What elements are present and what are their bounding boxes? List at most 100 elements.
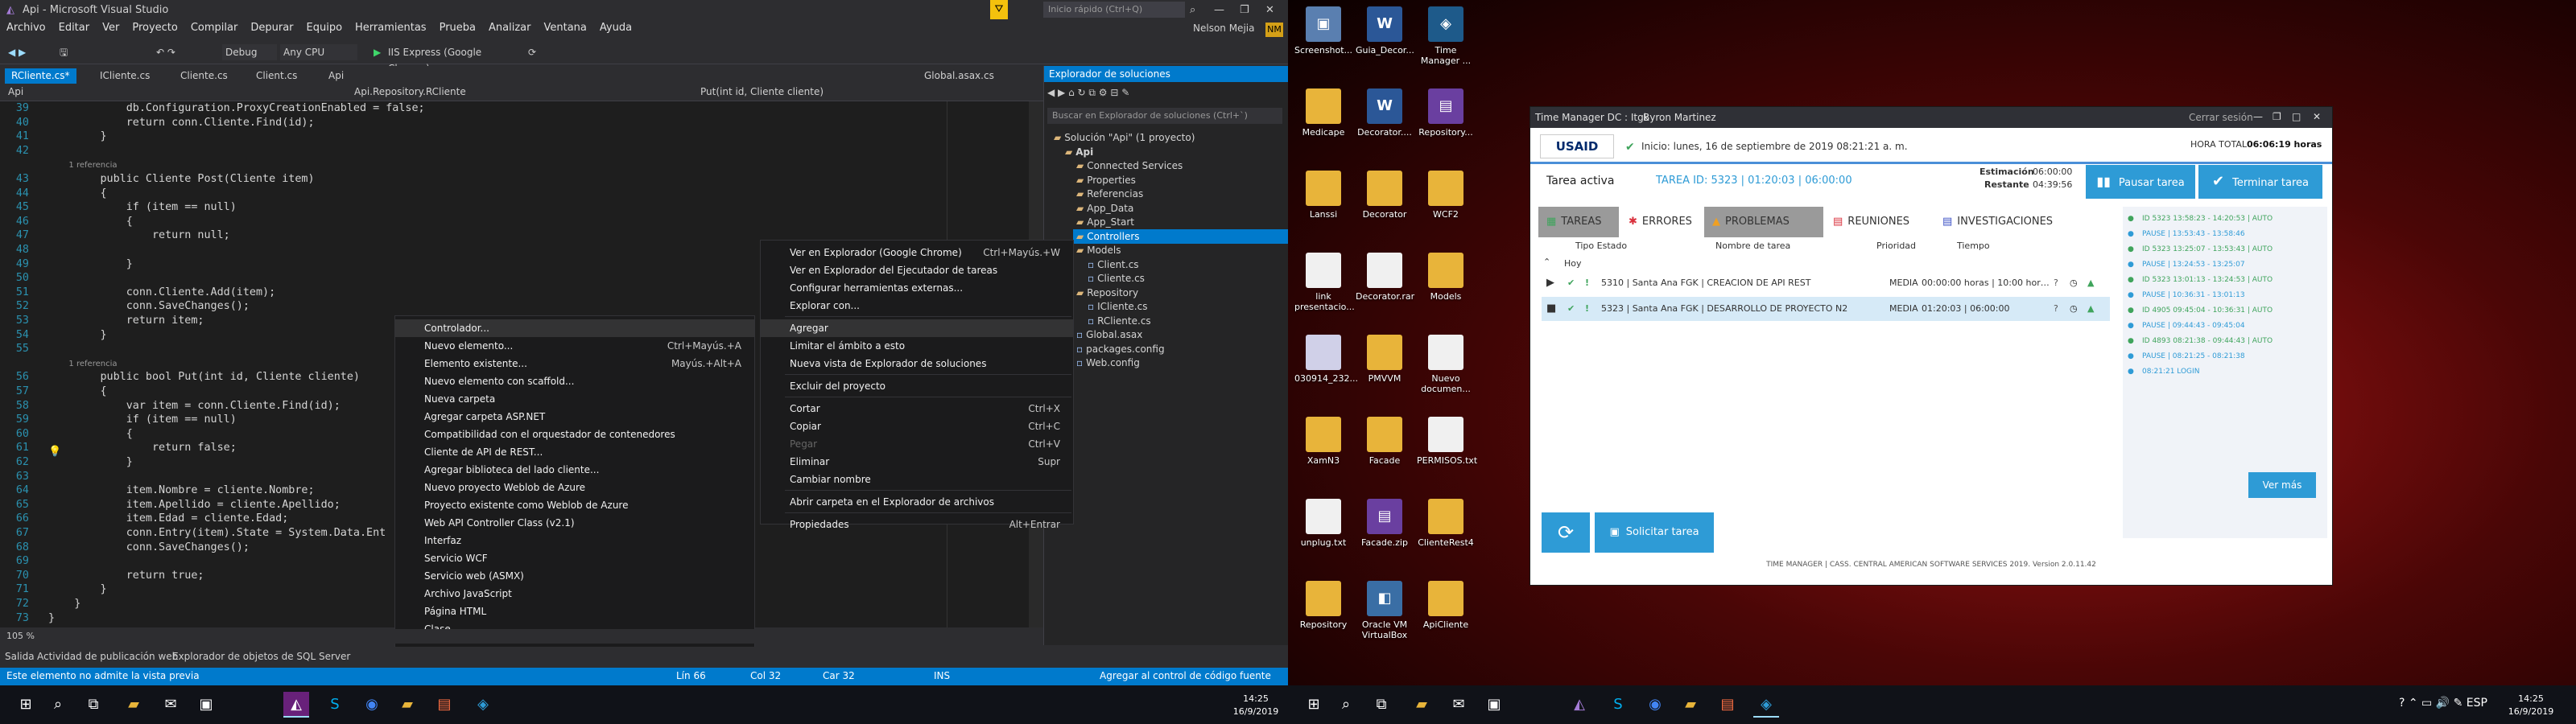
doc-tab[interactable]: ICliente.cs	[93, 68, 156, 84]
store-icon[interactable]: ▣	[1481, 692, 1507, 718]
add-submenu-item[interactable]: Controlador...	[395, 319, 754, 337]
desktop-icon[interactable]: Nuevo documen...	[1417, 335, 1475, 394]
folder-icon[interactable]: ▰	[394, 692, 420, 718]
add-submenu-item[interactable]: Proyecto existente como Weblob de Azure	[395, 496, 754, 514]
desktop-icon[interactable]: ApiCliente	[1417, 581, 1475, 630]
help-icon[interactable]: ?	[2054, 297, 2058, 321]
desktop-icon[interactable]: ClienteRest4	[1417, 499, 1475, 548]
context-menu-item[interactable]: Cambiar nombre	[761, 471, 1073, 488]
context-menu-item[interactable]: Ver en Explorador del Ejecutador de tare…	[761, 261, 1073, 279]
save-icon[interactable]: 🖫	[56, 44, 71, 60]
folder-icon[interactable]: ▰	[1678, 692, 1703, 718]
search-icon[interactable]: ⌕	[45, 692, 71, 718]
user-name[interactable]: Nelson Mejia	[1193, 23, 1254, 34]
tm-tab-reuniones[interactable]: ▤ REUNIONES	[1825, 207, 1933, 237]
maximize-icon[interactable]: ❐	[1240, 4, 1249, 16]
play-icon[interactable]: ■	[1546, 297, 1556, 321]
windows-start-icon[interactable]: ⊞	[1301, 692, 1327, 718]
context-menu-item[interactable]: Nueva vista de Explorador de soluciones	[761, 355, 1073, 372]
explorer-item[interactable]: ▫ Global.asax	[1073, 327, 1288, 342]
desktop-icon[interactable]: W Decorator....	[1356, 88, 1414, 138]
doc-tab[interactable]: RCliente.cs*	[5, 68, 76, 84]
explorer-item[interactable]: ▫ Cliente.cs	[1084, 271, 1288, 286]
desktop-icon[interactable]: PMVVM	[1356, 335, 1414, 384]
request-task-button[interactable]: ▣ Solicitar tarea	[1595, 512, 1714, 553]
clock-date[interactable]: 16/9/2019	[1232, 706, 1280, 717]
bottom-tab[interactable]: Salida	[5, 651, 35, 662]
desktop-icon[interactable]: ◧ Oracle VM VirtualBox	[1356, 581, 1414, 640]
context-menu-item[interactable]: Propiedades Alt+Entrar	[761, 516, 1073, 533]
desktop-icon[interactable]: ▣ Screenshot...	[1294, 6, 1352, 56]
task-row[interactable]: ■ ✔! 5323 | Santa Ana FGK | DESARROLLO DE …	[1542, 297, 2110, 321]
minimize-icon[interactable]: —	[1214, 4, 1224, 16]
expand-icon[interactable]: ⌃	[1543, 257, 1550, 267]
menu-item-3[interactable]: Proyecto	[126, 19, 184, 36]
refresh-button[interactable]: ⟳	[1542, 512, 1590, 553]
config-select[interactable]: Debug	[222, 44, 277, 60]
clock-date[interactable]: 16/9/2019	[2507, 706, 2555, 717]
context-menu-item[interactable]: Excluir del proyecto	[761, 377, 1073, 395]
chrome-icon[interactable]: ◉	[359, 692, 385, 718]
desktop-icon[interactable]: Decorator	[1356, 171, 1414, 220]
menu-item-4[interactable]: Compilar	[184, 19, 244, 36]
context-menu-item[interactable]: Ver en Explorador (Google Chrome) Ctrl+Ma…	[761, 244, 1073, 261]
explorer-item[interactable]: ▫ ICliente.cs	[1084, 299, 1288, 314]
add-submenu-item[interactable]: Compatibilidad con el orquestador de con…	[395, 426, 754, 443]
clock-time[interactable]: 14:25	[1232, 693, 1280, 704]
undo-icon[interactable]: ↶ ↷	[153, 44, 179, 60]
desktop-icon[interactable]: Repository	[1294, 581, 1352, 630]
source-control-button[interactable]: Agregar al control de código fuente	[1100, 670, 1271, 681]
see-more-button[interactable]: Ver más	[2248, 472, 2316, 498]
desktop-icon[interactable]: link presentacio...	[1294, 253, 1355, 312]
tm-tab-problemas[interactable]: ▲ PROBLEMAS	[1704, 207, 1823, 237]
desktop-icon[interactable]: W Guia_Decor...	[1356, 6, 1414, 56]
desktop-icon[interactable]: ▤ Facade.zip	[1356, 499, 1414, 548]
warning-icon[interactable]: ▲	[2087, 271, 2094, 295]
explorer-item[interactable]: ▫ RCliente.cs	[1084, 314, 1288, 328]
quick-launch-input[interactable]: Inicio rápido (Ctrl+Q)	[1043, 2, 1185, 18]
desktop-icon[interactable]: PERMISOS.txt	[1417, 417, 1477, 466]
time-manager-taskbar-icon[interactable]: ◈	[470, 692, 496, 718]
nav-member[interactable]: Put(int id, Cliente cliente)	[700, 86, 1038, 97]
lightbulb-icon[interactable]: 💡	[48, 446, 61, 458]
menu-item-6[interactable]: Equipo	[300, 19, 349, 36]
play-icon[interactable]: ▶	[1546, 271, 1554, 295]
desktop-icon[interactable]: Models	[1417, 253, 1475, 302]
menu-item-2[interactable]: Ver	[96, 19, 126, 36]
back-icon[interactable]: ◀ ▶	[5, 44, 29, 60]
context-menu-item[interactable]: Copiar Ctrl+C	[761, 418, 1073, 435]
menu-item-10[interactable]: Ventana	[537, 19, 592, 36]
search-icon[interactable]: ⌕	[1333, 692, 1359, 718]
file-explorer-icon[interactable]: ▰	[121, 692, 147, 718]
explorer-item[interactable]: ▰ Controllers	[1073, 228, 1288, 244]
tm-tab-investigaciones[interactable]: ▤ INVESTIGACIONES	[1934, 207, 2053, 237]
doc-tab[interactable]: Cliente.cs	[174, 68, 234, 84]
filter-icon[interactable]: ⛛	[990, 0, 1008, 19]
desktop-icon[interactable]: Decorator.rar	[1356, 253, 1414, 302]
desktop-icon[interactable]: Facade	[1356, 417, 1414, 466]
add-submenu-item[interactable]: Nuevo elemento... Ctrl+Mayús.+A	[395, 337, 754, 355]
logout-link[interactable]: Cerrar sesión	[2189, 112, 2253, 123]
add-submenu-item[interactable]: Interfaz	[395, 532, 754, 549]
explorer-item[interactable]: ▫ packages.config	[1073, 342, 1288, 356]
add-submenu-item[interactable]: Agregar biblioteca del lado cliente...	[395, 461, 754, 479]
add-submenu-item[interactable]: Archivo JavaScript	[395, 585, 754, 603]
search-icon[interactable]: ⌕	[1190, 4, 1195, 16]
chrome-icon[interactable]: ◉	[1642, 692, 1668, 718]
context-menu-item[interactable]: Limitar el ámbito a esto	[761, 337, 1073, 355]
add-submenu-item[interactable]: Servicio WCF	[395, 549, 754, 567]
clock-icon[interactable]: ◷	[2070, 297, 2078, 321]
add-submenu-item[interactable]: Página HTML	[395, 603, 754, 620]
context-menu-item[interactable]: Cortar Ctrl+X	[761, 400, 1073, 418]
nav-project[interactable]: Api	[8, 86, 346, 97]
refresh-icon[interactable]: ⟳	[525, 44, 539, 60]
tm-tab-tareas[interactable]: ▦ TAREAS	[1538, 207, 1619, 237]
skype-icon[interactable]: S	[322, 692, 348, 718]
zoom-level[interactable]: 105 %	[0, 629, 1043, 644]
doc-tab[interactable]: Api	[322, 68, 350, 84]
warning-icon[interactable]: ▲	[2087, 297, 2094, 321]
doc-tab[interactable]: Client.cs	[250, 68, 303, 84]
add-submenu-item[interactable]: Nuevo proyecto Weblob de Azure	[395, 479, 754, 496]
desktop-icon[interactable]: WCF2	[1417, 171, 1475, 220]
close-icon[interactable]: ✕	[1265, 4, 1274, 16]
